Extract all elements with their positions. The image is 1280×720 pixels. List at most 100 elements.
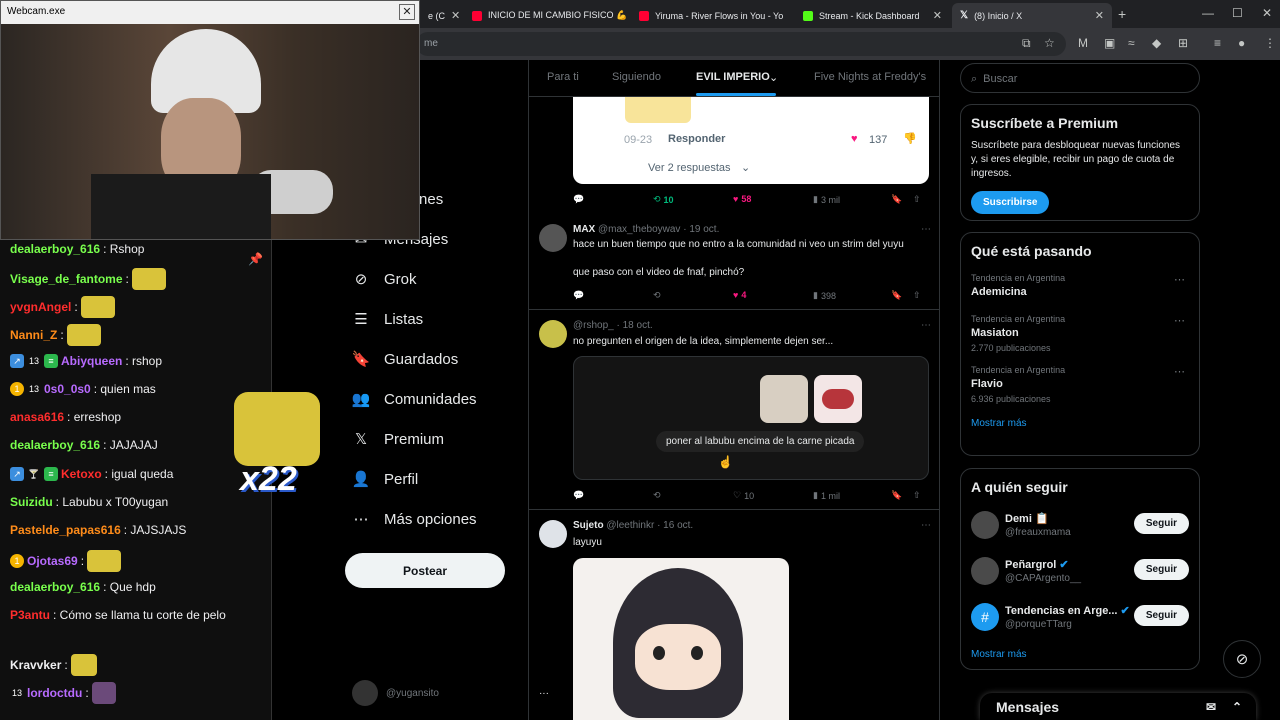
nav-item-profile[interactable]: 👤 Perfil	[352, 470, 419, 489]
chevron-down-icon[interactable]: ⌄	[769, 71, 778, 84]
show-replies[interactable]: Ver 2 respuestas	[648, 162, 731, 174]
show-more-follow[interactable]: Mostrar más	[971, 649, 1189, 660]
views-button[interactable]: ▮ 398	[813, 290, 836, 301]
nav-item-communities[interactable]: 👥 Comunidades	[352, 390, 477, 409]
search-input[interactable]: ⌕ Buscar	[960, 63, 1200, 93]
follow-suggestion[interactable]: # Tendencias en Arge... ✔ @porqueTTarg S…	[971, 601, 1189, 635]
dislike-icon[interactable]: 👎	[903, 132, 917, 145]
tweet-image[interactable]	[573, 558, 789, 720]
trend-item[interactable]: Tendencia en Argentina Masiaton 2.770 pu…	[971, 314, 1189, 353]
post-button[interactable]: Postear	[345, 553, 505, 588]
new-tab-icon[interactable]: +	[1118, 6, 1126, 22]
trend-item[interactable]: Tendencia en Argentina Flavio 6.936 publ…	[971, 365, 1189, 404]
chat-user[interactable]: Ketoxo	[61, 467, 102, 481]
pin-icon[interactable]: 📌	[248, 252, 263, 266]
nav-item-grok[interactable]: ⊘ Grok	[352, 270, 417, 289]
window-close-icon[interactable]: ✕	[1262, 6, 1272, 20]
follow-button[interactable]: Seguir	[1133, 559, 1189, 580]
avatar[interactable]	[539, 520, 567, 548]
chat-user[interactable]: dealaerboy_616	[10, 242, 100, 256]
repost-button[interactable]: ⟲ 10	[653, 194, 674, 205]
subscribe-button[interactable]: Suscribirse	[971, 191, 1050, 214]
media-icon[interactable]: ≡	[1214, 36, 1221, 50]
tab-following[interactable]: Siguiendo	[612, 71, 661, 83]
browser-tab[interactable]: Stream - Kick Dashboard ✕	[795, 3, 950, 28]
close-icon[interactable]: ✕	[399, 4, 415, 20]
trend-item[interactable]: Tendencia en Argentina Ademicina ⋯	[971, 273, 1189, 298]
share-icon[interactable]: ⇧	[913, 194, 921, 205]
browser-tab-active[interactable]: 𝕏 (8) Inicio / X ✕	[952, 3, 1112, 28]
address-bar[interactable]: me	[416, 32, 1066, 56]
tweet[interactable]: Sujeto @leethinkr · 16 oct. ⋯ layuyu	[529, 510, 939, 720]
tweet-media[interactable]: poner al labubu encima de la carne picad…	[573, 356, 929, 480]
bookmark-icon[interactable]: 🔖	[891, 490, 902, 501]
nav-item-bookmarks[interactable]: 🔖 Guardados	[352, 350, 459, 369]
views-button[interactable]: ▮ 3 mil	[813, 194, 840, 205]
more-icon[interactable]: ⋯	[921, 224, 931, 235]
reply-button[interactable]: Responder	[668, 133, 725, 145]
chat-user[interactable]: Visage_de_fantome	[10, 272, 123, 286]
close-tab-icon[interactable]: ✕	[933, 9, 942, 22]
chat-user[interactable]: dealaerboy_616	[10, 438, 100, 452]
menu-icon[interactable]: ⋮	[1264, 36, 1276, 50]
repost-icon[interactable]: ⟲	[653, 490, 661, 501]
chat-user[interactable]: anasa616	[10, 410, 64, 424]
like-button[interactable]: ♡ 10	[733, 490, 754, 501]
expand-icon[interactable]: ⌃	[1232, 700, 1242, 714]
follow-suggestion[interactable]: Demi 📋 @freauxmama Seguir	[971, 509, 1189, 543]
minimize-icon[interactable]: —	[1202, 6, 1214, 20]
tweet-author[interactable]: Sujeto	[573, 520, 604, 531]
extension-icon[interactable]: ◆	[1152, 36, 1161, 50]
puzzle-icon[interactable]: ⊞	[1178, 36, 1188, 50]
share-icon[interactable]: ⇧	[913, 290, 921, 301]
chat-user[interactable]: Suizidu	[10, 495, 53, 509]
repost-icon[interactable]: ⟲	[653, 290, 661, 301]
tab-fnaf[interactable]: Five Nights at Freddy's	[814, 71, 926, 83]
follow-suggestion[interactable]: Peñargrol ✔ @CAPArgento__ Seguir	[971, 555, 1189, 589]
extension-icon[interactable]: M	[1078, 36, 1088, 50]
more-icon[interactable]: ⋯	[921, 320, 931, 331]
cast-icon[interactable]: ⧉	[1022, 36, 1031, 51]
tab-community[interactable]: EVIL IMPERIO	[696, 71, 770, 83]
profile-avatar-icon[interactable]: ●	[1238, 36, 1245, 50]
like-button[interactable]: ♥ 58	[733, 194, 751, 204]
chat-user[interactable]: Pastelde_papas616	[10, 523, 121, 537]
reply-icon[interactable]: 💬	[573, 490, 584, 501]
extension-icon[interactable]: ≈	[1128, 36, 1135, 50]
like-button[interactable]: ♥ 4	[733, 290, 746, 300]
chat-user[interactable]: Abiyqueen	[61, 354, 122, 368]
chat-user[interactable]: P3antu	[10, 608, 50, 622]
account-switcher[interactable]: @yugansito ···	[352, 680, 549, 706]
more-icon[interactable]: ⋯	[1174, 365, 1185, 378]
browser-tab[interactable]: INICIO DE MI CAMBIO FISICO 💪	[464, 3, 627, 28]
translate-icon[interactable]: ▣	[1104, 36, 1115, 50]
reply-icon[interactable]: 💬	[573, 290, 584, 301]
grok-fab[interactable]: ⊘	[1223, 640, 1261, 678]
chat-user[interactable]: Kravvker	[10, 658, 61, 672]
avatar[interactable]	[539, 224, 567, 252]
heart-icon[interactable]: ♥	[851, 133, 858, 145]
chat-user[interactable]: yvgnAngel	[10, 300, 71, 314]
chat-user[interactable]: 0s0_0s0	[44, 382, 91, 396]
messages-drawer[interactable]: Mensajes ✉ ⌃	[980, 693, 1256, 720]
webcam-titlebar[interactable]: Webcam.exe ✕	[1, 1, 419, 24]
share-icon[interactable]: ⇧	[913, 490, 921, 501]
browser-tab[interactable]: Yiruma - River Flows in You - Yo	[631, 3, 791, 28]
bookmark-icon[interactable]: 🔖	[891, 194, 902, 205]
bookmark-icon[interactable]: 🔖	[891, 290, 902, 301]
chat-user[interactable]: Nanni_Z	[10, 328, 57, 342]
tweet-author[interactable]: MAX	[573, 224, 595, 235]
tweet[interactable]: @rshop_ · 18 oct. ⋯ no pregunten el orig…	[529, 310, 939, 510]
views-button[interactable]: ▮ 1 mil	[813, 490, 840, 501]
nav-item-lists[interactable]: ☰ Listas	[352, 310, 423, 329]
browser-tab[interactable]: e (C ✕	[420, 3, 460, 28]
new-message-icon[interactable]: ✉	[1206, 700, 1216, 714]
close-tab-icon[interactable]: ✕	[451, 9, 460, 22]
more-icon[interactable]: ⋯	[921, 520, 931, 531]
tab-for-you[interactable]: Para ti	[547, 71, 579, 83]
show-more-trends[interactable]: Mostrar más	[971, 418, 1189, 429]
more-icon[interactable]: ⋯	[1174, 314, 1185, 327]
nav-item-more[interactable]: ⋯ Más opciones	[352, 510, 477, 529]
chat-user[interactable]: dealaerboy_616	[10, 580, 100, 594]
star-icon[interactable]: ☆	[1044, 36, 1055, 50]
